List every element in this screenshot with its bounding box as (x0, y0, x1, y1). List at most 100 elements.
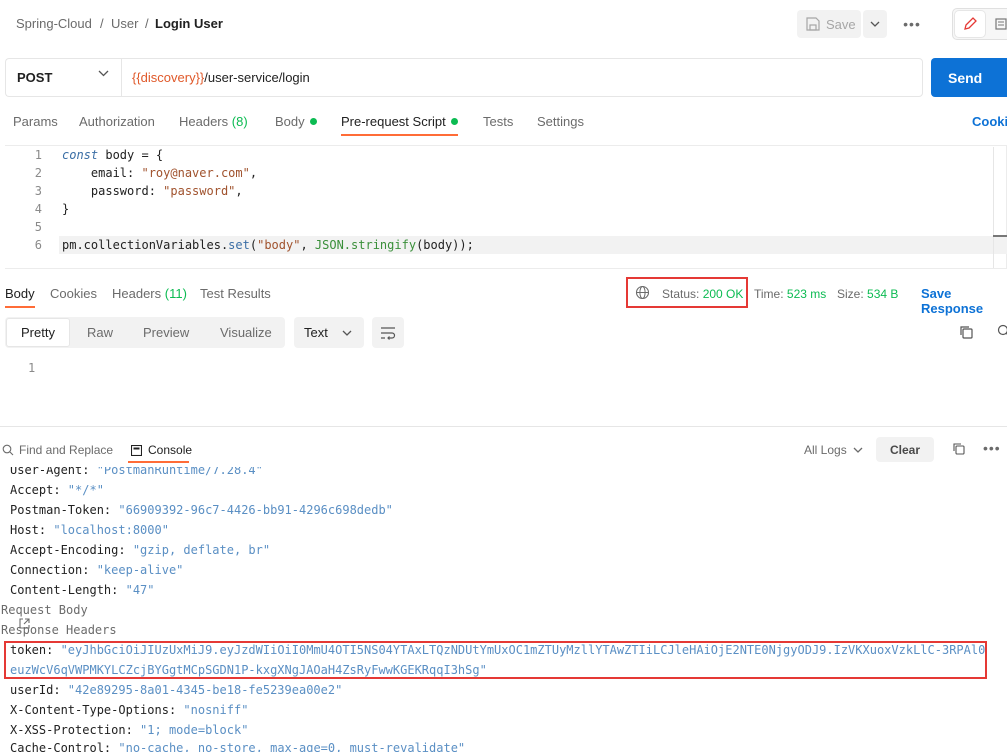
line-number: 3 (34, 184, 42, 198)
code-line: } (62, 202, 70, 216)
log-key: Accept-Encoding: (10, 543, 133, 557)
response-headers-section[interactable]: Response Headers (1, 623, 117, 637)
console-log-line: User-Agent: "PostmanRuntime/7.28.4" (10, 463, 263, 477)
console-divider[interactable] (0, 426, 1007, 427)
save-button[interactable]: Save (797, 10, 861, 38)
breadcrumb-folder[interactable]: User (111, 16, 138, 31)
tab-body[interactable]: Body (275, 114, 317, 129)
editor-scrollbar[interactable] (993, 147, 994, 268)
view-visualize-button[interactable]: Visualize (220, 325, 272, 340)
log-key: Host: (10, 523, 54, 537)
wrap-lines-button[interactable] (372, 317, 404, 348)
tab-body-label: Body (275, 114, 305, 129)
tab-params[interactable]: Params (13, 114, 58, 129)
chevron-down-icon (853, 447, 863, 453)
tab-headers-label: Headers (179, 114, 229, 129)
code-line: pm.collectionVariables.set("body", JSON.… (62, 238, 474, 252)
code-text: ( (249, 238, 258, 252)
copy-icon[interactable] (958, 324, 974, 340)
search-icon (2, 444, 14, 456)
body-indicator-dot (309, 118, 317, 125)
chevron-down-icon (342, 330, 352, 336)
method-select[interactable]: POST (5, 58, 121, 97)
log-value: "42e89295-8a01-4345-be18-fe5239ea00e2" (67, 683, 343, 697)
log-key: Cache-Control: (10, 741, 119, 752)
tab-settings[interactable]: Settings (537, 114, 584, 129)
size-indicator[interactable]: Size: 534 B (837, 287, 898, 301)
log-value: "*/*" (67, 483, 104, 497)
log-key: userId: (10, 683, 68, 697)
log-key: Content-Length: (10, 583, 126, 597)
view-preview-button[interactable]: Preview (143, 325, 189, 340)
copy-icon[interactable] (952, 442, 965, 455)
log-level-select[interactable]: All Logs (804, 443, 863, 457)
format-select[interactable]: Text (294, 317, 364, 348)
tab-pre-request-script[interactable]: Pre-request Script (341, 114, 458, 129)
code-text: , (235, 184, 243, 198)
console-tab[interactable]: Console (131, 443, 192, 457)
edit-mode-button[interactable] (955, 11, 985, 37)
console-log-line: Postman-Token: "66909392-96c7-4426-bb91-… (10, 503, 393, 517)
send-button[interactable]: Send (931, 58, 1007, 97)
line-number: 6 (34, 238, 42, 252)
log-level-label: All Logs (804, 443, 847, 457)
chevron-down-icon (98, 70, 109, 77)
save-dropdown-button[interactable] (863, 10, 887, 38)
tab-tests[interactable]: Tests (483, 114, 513, 129)
active-tab-underline (5, 306, 35, 308)
search-icon[interactable] (997, 324, 1007, 338)
save-response-button[interactable]: Save Response (921, 286, 1007, 316)
find-replace-label: Find and Replace (19, 443, 114, 457)
console-log-line: userId: "42e89295-8a01-4345-be18-fe5239e… (10, 683, 342, 697)
log-value: "PostmanRuntime/7.28.4" (96, 463, 263, 477)
url-path: /user-service/login (204, 70, 310, 85)
response-tab-test-results[interactable]: Test Results (200, 286, 271, 301)
log-value: "47" (125, 583, 155, 597)
console-log-line: Content-Length: "47" (10, 583, 155, 597)
line-number: 5 (34, 220, 42, 234)
console-log-line: Accept: "*/*" (10, 483, 104, 497)
cookies-link[interactable]: Cookie (972, 114, 1007, 129)
response-tab-cookies[interactable]: Cookies (50, 286, 97, 301)
find-replace-tab[interactable]: Find and Replace (2, 443, 113, 457)
save-icon (806, 17, 820, 31)
response-tab-headers[interactable]: Headers (11) (112, 286, 187, 301)
response-tab-body[interactable]: Body (5, 286, 35, 301)
console-log-line: Cache-Control: "no-cache, no-store, max-… (10, 741, 465, 752)
headers-count: (8) (231, 114, 248, 129)
more-options-icon[interactable]: ••• (899, 10, 925, 38)
documentation-mode-button[interactable] (991, 11, 1007, 37)
code-text: , (249, 166, 258, 180)
line-number: 4 (34, 202, 42, 216)
response-headers-label: Headers (112, 286, 162, 301)
clear-console-button[interactable]: Clear (876, 437, 934, 462)
more-options-icon[interactable]: ••• (983, 440, 1001, 456)
pencil-icon (964, 17, 977, 30)
url-input[interactable]: {{discovery}}/user-service/login (121, 58, 923, 97)
breadcrumb-collection[interactable]: Spring-Cloud (16, 16, 92, 31)
view-raw-button[interactable]: Raw (87, 325, 113, 340)
log-key: User-Agent: (10, 463, 97, 477)
tab-authorization[interactable]: Authorization (79, 114, 155, 129)
prerequest-indicator-dot (450, 118, 458, 125)
tab-prerequest-label: Pre-request Script (341, 114, 446, 129)
save-label: Save (826, 16, 856, 32)
console-log-line: Host: "localhost:8000" (10, 523, 169, 537)
line-number: 1 (34, 148, 42, 162)
view-pretty-button[interactable]: Pretty (6, 318, 70, 347)
tab-headers[interactable]: Headers (8) (179, 114, 248, 129)
time-indicator[interactable]: Time: 523 ms (754, 287, 826, 301)
code-string: "password" (163, 184, 236, 198)
active-tab-underline (341, 134, 458, 136)
document-icon (995, 18, 1007, 30)
code-text: password: (62, 184, 164, 198)
url-variable: {{discovery}} (132, 70, 205, 85)
console-log-line: X-XSS-Protection: "1; mode=block" (10, 723, 248, 737)
code-text: body = { (98, 148, 164, 162)
log-value: "gzip, deflate, br" (132, 543, 271, 557)
response-line-number: 1 (28, 361, 36, 375)
top-bar: Spring-Cloud / User / Login User Save ••… (0, 0, 1007, 48)
response-headers-count: (11) (164, 286, 187, 301)
scrollbar-marker (993, 235, 1007, 237)
status-highlight-box (626, 277, 748, 308)
